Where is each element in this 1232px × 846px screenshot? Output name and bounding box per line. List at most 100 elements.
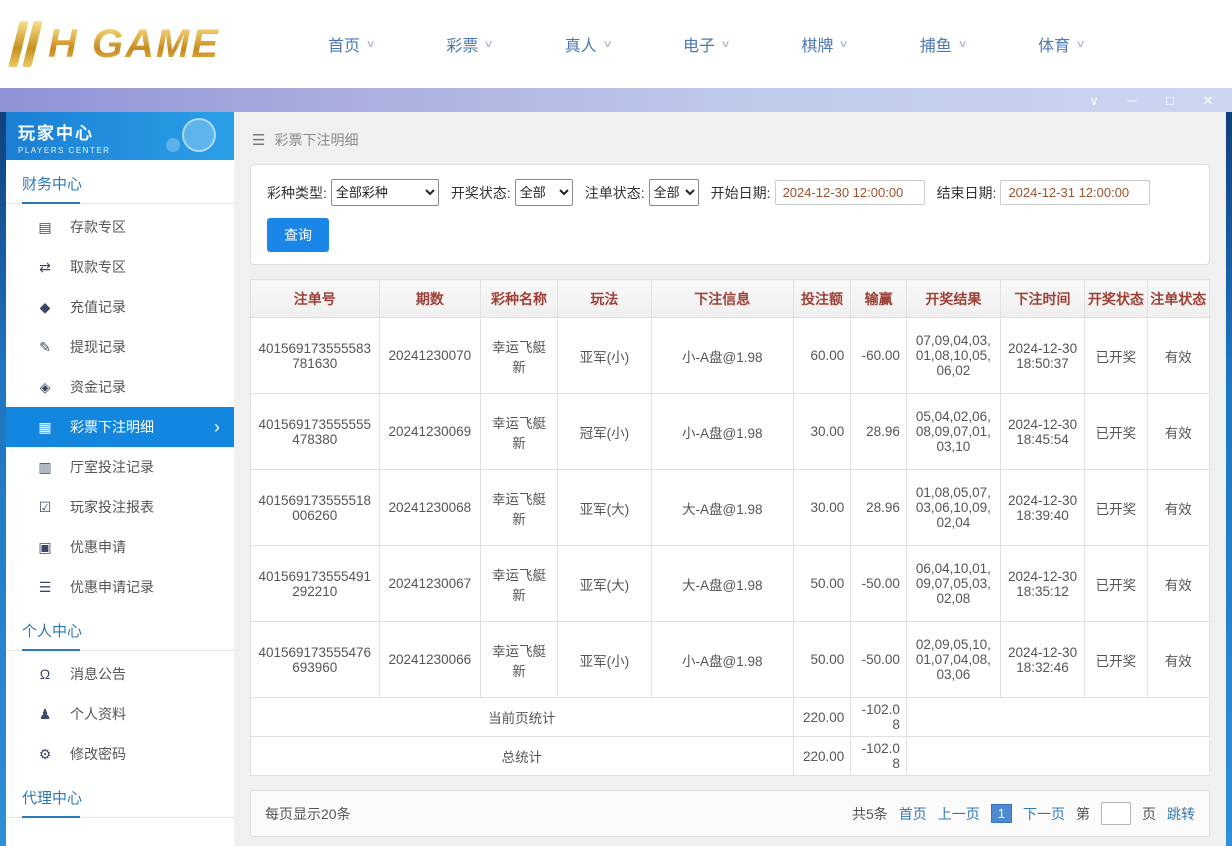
page-word-post: 页 <box>1142 804 1156 824</box>
table-cell: 幸运飞艇新 <box>481 470 558 546</box>
logo-text: H GAME <box>48 22 220 67</box>
chevron-right-icon: › <box>214 417 220 438</box>
table-cell: 亚军(大) <box>557 546 651 622</box>
sidebar-item[interactable]: ♟个人资料 <box>6 694 234 734</box>
column-header: 下注时间 <box>1000 280 1084 318</box>
page-title: 彩票下注明细 <box>274 130 358 150</box>
nav-item-5[interactable]: 棋牌∨ <box>801 32 847 56</box>
sidebar-item-label: 优惠申请记录 <box>70 577 154 597</box>
jump-link[interactable]: 跳转 <box>1167 804 1195 824</box>
next-page-link[interactable]: 下一页 <box>1023 804 1065 824</box>
table-cell: 2024-12-30 18:50:37 <box>1000 318 1084 394</box>
table-cell: -50.00 <box>851 622 907 698</box>
table-cell: 已开奖 <box>1085 470 1147 546</box>
table-row: 40156917355558378163020241230070幸运飞艇新亚军(… <box>251 318 1210 394</box>
order-status-select[interactable]: 全部 <box>649 179 699 206</box>
menu-icon[interactable]: ☰ <box>252 131 265 149</box>
prev-page-link[interactable]: 上一页 <box>938 804 980 824</box>
table-cell: 20241230069 <box>379 394 481 470</box>
column-header: 开奖结果 <box>906 280 1000 318</box>
table-cell: 大-A盘@1.98 <box>651 470 793 546</box>
lottery-bets-icon: ▦ <box>36 419 54 436</box>
nav-item-label: 捕鱼 <box>920 32 952 56</box>
table-cell: 已开奖 <box>1085 546 1147 622</box>
column-header: 投注额 <box>793 280 851 318</box>
table-cell: 401569173555476693960 <box>251 622 380 698</box>
summary-cell: 当前页统计 <box>251 698 794 737</box>
logo[interactable]: H GAME <box>0 21 300 67</box>
start-date-input[interactable] <box>775 180 925 205</box>
table-cell: 401569173555583781630 <box>251 318 380 394</box>
sidebar-item-label: 彩票下注明细 <box>70 417 154 437</box>
table-cell: 50.00 <box>793 622 851 698</box>
table-cell: 2024-12-30 18:32:46 <box>1000 622 1084 698</box>
lottery-type-select[interactable]: 全部彩种 <box>331 179 439 206</box>
filter-row: 彩种类型: 全部彩种 开奖状态: 全部 注单状态: <box>267 179 1193 206</box>
pagination-controls: 共5条 首页 上一页 1 下一页 第 页 跳转 <box>852 802 1195 825</box>
chevron-down-icon: ∨ <box>957 39 967 50</box>
sidebar-item-label: 取款专区 <box>70 257 126 277</box>
search-button[interactable]: 查询 <box>267 218 329 252</box>
nav-item-4[interactable]: 电子∨ <box>683 32 729 56</box>
sidebar-item[interactable]: ▣优惠申请 <box>6 527 234 567</box>
nav-item-1[interactable]: 首页 ∨ <box>328 32 374 56</box>
maximize-icon[interactable]: □ <box>1162 94 1178 107</box>
nav-item-label: 体育 <box>1038 32 1070 56</box>
table-cell: 大-A盘@1.98 <box>651 546 793 622</box>
table-cell: 有效 <box>1147 470 1209 546</box>
bell-icon: Ω <box>36 666 54 682</box>
table-cell: 50.00 <box>793 546 851 622</box>
end-date-input[interactable] <box>1000 180 1150 205</box>
first-page-link[interactable]: 首页 <box>899 804 927 824</box>
sidebar-item[interactable]: ▦ 彩票下注明细 › <box>6 407 234 447</box>
sidebar-item[interactable]: ☑玩家投注报表 <box>6 487 234 527</box>
minimize-icon[interactable]: ─ <box>1124 94 1140 107</box>
nav-item-label: 电子 <box>683 32 715 56</box>
summary-cell: 220.00 <box>793 698 851 737</box>
sidebar-item[interactable]: ▥厅室投注记录 <box>6 447 234 487</box>
table-cell: 幸运飞艇新 <box>481 546 558 622</box>
table-cell: -50.00 <box>851 546 907 622</box>
page: H GAME 首页∨彩票∨真人∨电子∨棋牌∨捕鱼∨体育∨ ∨ ─ □ ✕ 玩家中… <box>0 0 1232 846</box>
sidebar-item[interactable]: ⚙修改密码 <box>6 734 234 774</box>
page-jump-input[interactable] <box>1101 802 1131 825</box>
close-icon[interactable]: ✕ <box>1200 94 1216 107</box>
nav-item-6[interactable]: 捕鱼 ∨ <box>920 32 966 56</box>
table-row: 40156917355555547838020241230069幸运飞艇新冠军(… <box>251 394 1210 470</box>
column-header: 开奖状态 <box>1085 280 1147 318</box>
table-cell: 28.96 <box>851 470 907 546</box>
sidebar-item[interactable]: ◈资金记录 <box>6 367 234 407</box>
column-header: 期数 <box>379 280 481 318</box>
chevron-down-icon: ∨ <box>839 39 849 50</box>
table-cell: 已开奖 <box>1085 622 1147 698</box>
table-cell: 幸运飞艇新 <box>481 318 558 394</box>
sidebar-item-label: 资金记录 <box>70 377 126 397</box>
sidebar-item-label: 玩家投注报表 <box>70 497 154 517</box>
nav-item-3[interactable]: 真人∨ <box>565 32 611 56</box>
table-cell: 20241230066 <box>379 622 481 698</box>
site-header: H GAME 首页∨彩票∨真人∨电子∨棋牌∨捕鱼∨体育∨ <box>0 0 1232 88</box>
draw-status-label: 开奖状态: <box>451 183 511 203</box>
nav-item-2[interactable]: 彩票∨ <box>446 32 492 56</box>
nav-item-7[interactable]: 体育∨ <box>1038 32 1084 56</box>
table-cell: 亚军(小) <box>557 318 651 394</box>
table-cell: 小-A盘@1.98 <box>651 318 793 394</box>
sidebar-item[interactable]: ⇄ 取款专区 <box>6 247 234 287</box>
sidebar-item-label: 存款专区 <box>70 217 126 237</box>
nav-item-label: 首页 <box>328 32 360 56</box>
sidebar-item[interactable]: ◆充值记录 <box>6 287 234 327</box>
sidebar-section-title: 财务中心 <box>6 160 234 204</box>
bets-table: 注单号期数彩种名称玩法下注信息投注额输赢开奖结果下注时间开奖状态注单状态 401… <box>250 279 1210 776</box>
chevron-down-icon: ∨ <box>366 39 376 50</box>
summary-cell: 总统计 <box>251 737 794 776</box>
draw-status-select[interactable]: 全部 <box>515 179 573 206</box>
sidebar-item[interactable]: ☰优惠申请记录 <box>6 567 234 607</box>
per-page-label: 每页显示20条 <box>265 804 351 824</box>
chevron-down-window-icon[interactable]: ∨ <box>1086 94 1102 107</box>
sidebar-item[interactable]: ✎提现记录 <box>6 327 234 367</box>
sidebar-header: 玩家中心 PLAYERS CENTER <box>6 112 234 160</box>
sidebar-item[interactable]: ▤存款专区 <box>6 207 234 247</box>
sidebar-item[interactable]: Ω消息公告 <box>6 654 234 694</box>
current-page-button[interactable]: 1 <box>991 804 1012 823</box>
withdraw-icon: ⇄ <box>36 259 54 276</box>
